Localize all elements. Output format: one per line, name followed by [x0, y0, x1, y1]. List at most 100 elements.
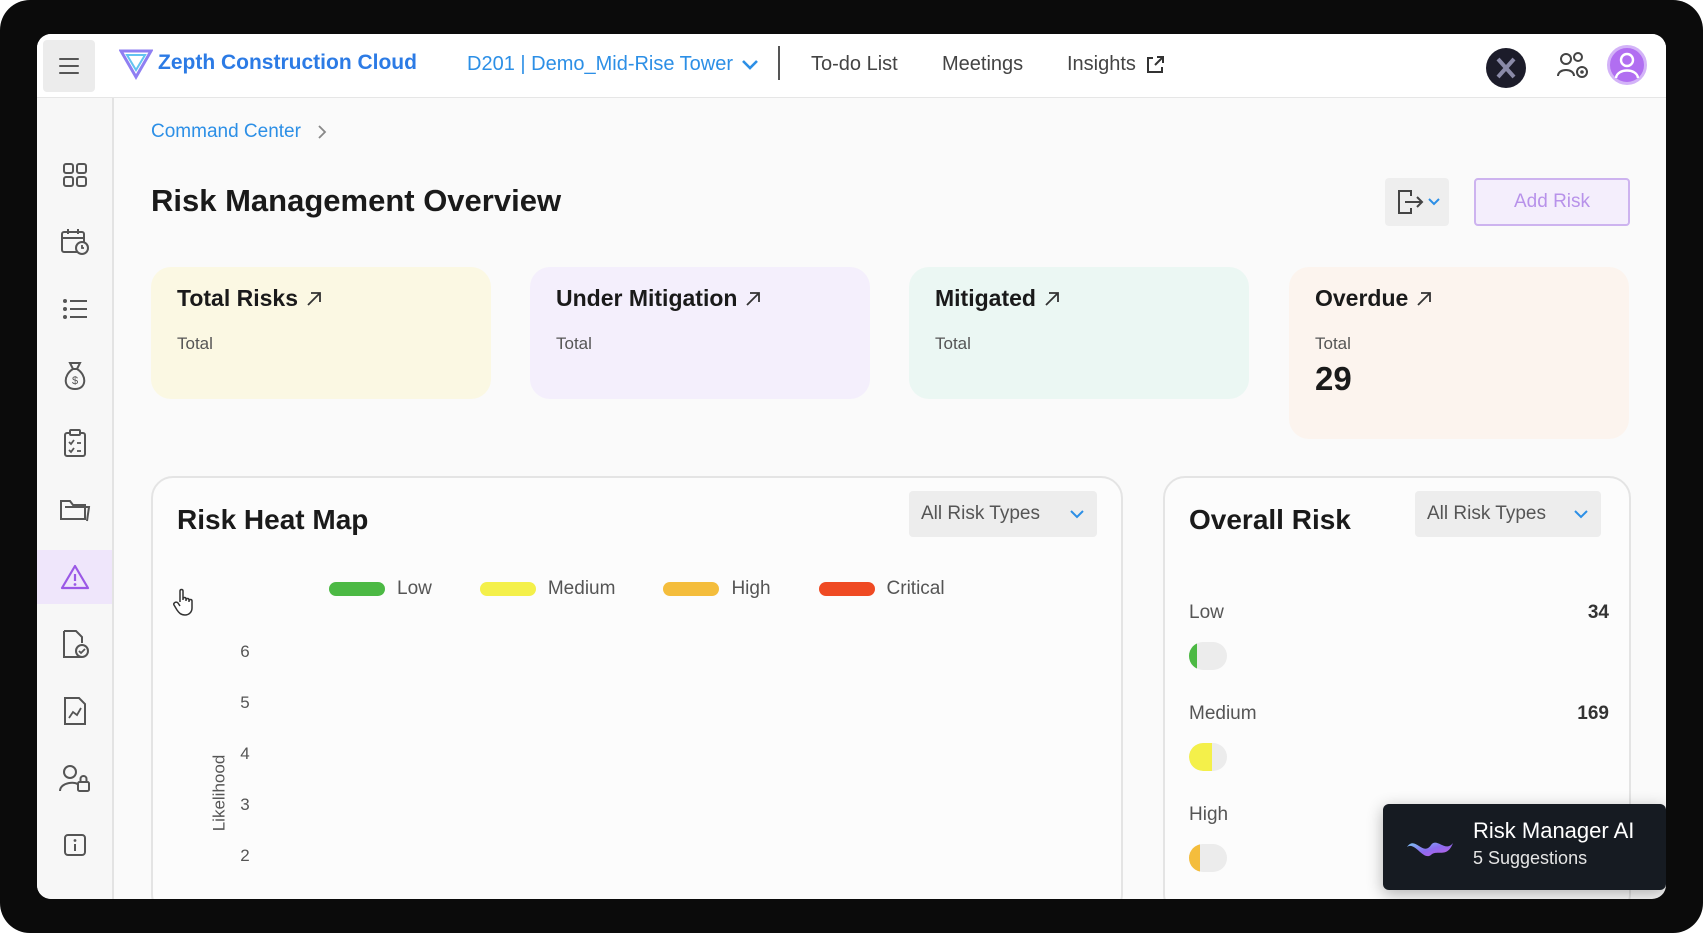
y-tick: 2	[240, 846, 250, 865]
sidebar-item-tasks[interactable]	[37, 282, 112, 336]
stat-label: Total Risks	[177, 285, 465, 312]
sidebar-item-dashboard[interactable]	[37, 148, 112, 202]
document-check-icon	[62, 630, 89, 658]
sidebar-item-checklists[interactable]	[37, 416, 112, 470]
app-window: Zepth Construction Cloud D201 | Demo_Mid…	[37, 34, 1666, 899]
gear-icon	[61, 898, 89, 899]
arrow-up-right-icon	[1417, 291, 1432, 306]
nav-insights[interactable]: Insights	[1067, 53, 1165, 76]
export-button[interactable]	[1385, 178, 1449, 226]
chevron-down-icon	[1427, 198, 1440, 206]
top-bar: Zepth Construction Cloud D201 | Demo_Mid…	[37, 34, 1666, 98]
stat-card-total-risks[interactable]: Total Risks Total	[151, 267, 491, 399]
risk-level-bar	[1189, 743, 1227, 771]
overall-risk-type-select[interactable]: All Risk Types	[1415, 491, 1601, 537]
stat-label-text: Under Mitigation	[556, 285, 738, 311]
svg-text:$: $	[71, 375, 77, 387]
chart-report-icon	[63, 697, 86, 725]
risk-level-label: High	[1189, 804, 1229, 825]
legend-item-critical[interactable]: Critical	[818, 578, 945, 600]
sidebar-item-documents[interactable]	[37, 483, 112, 537]
y-tick: 5	[240, 693, 250, 712]
heat-map-title: Risk Heat Map	[177, 504, 369, 535]
stat-label-text: Mitigated	[935, 285, 1036, 311]
dashboard-grid-icon	[62, 163, 87, 187]
zepth-logo-icon	[119, 49, 153, 80]
sidebar-item-schedule[interactable]	[37, 215, 112, 269]
stat-card-mitigated[interactable]: Mitigated Total	[909, 267, 1249, 399]
stat-label-text: Total Risks	[177, 285, 298, 311]
y-axis-label: Likelihood	[209, 754, 229, 832]
sidebar-item-info[interactable]	[37, 818, 112, 872]
stat-value: 29	[1315, 360, 1352, 397]
risk-level-bar	[1189, 642, 1227, 670]
sidebar-item-reports[interactable]	[37, 684, 112, 738]
sidebar-item-risk[interactable]	[37, 550, 112, 604]
stat-label-text: Overdue	[1315, 285, 1409, 311]
y-tick: 6	[240, 642, 250, 661]
risk-level-count: 34	[1587, 602, 1609, 623]
sidebar-item-approvals[interactable]	[37, 617, 112, 671]
risk-level-fill	[1189, 844, 1201, 872]
nav-meetings[interactable]: Meetings	[942, 53, 1023, 76]
x-logo-icon	[1496, 57, 1516, 79]
legend-item-low[interactable]: Low	[329, 578, 432, 600]
project-selector[interactable]: D201 | Demo_Mid-Rise Tower	[467, 53, 759, 76]
stat-sub: Total	[177, 334, 213, 353]
user-avatar[interactable]	[1607, 45, 1647, 85]
stat-card-under-mitigation[interactable]: Under Mitigation Total	[530, 267, 870, 399]
legend-label: Medium	[547, 578, 616, 599]
workspace-avatar[interactable]	[1486, 48, 1526, 88]
legend-item-high[interactable]: High	[663, 578, 771, 600]
risk-level-label: Medium	[1189, 703, 1257, 724]
risk-level-fill	[1189, 743, 1212, 771]
breadcrumb-command-center[interactable]: Command Center	[151, 121, 301, 143]
sidebar: $	[37, 98, 114, 899]
nav-insights-label: Insights	[1067, 53, 1136, 75]
add-risk-button[interactable]: Add Risk	[1474, 178, 1630, 226]
risk-heat-map-panel: Risk Heat Map All Risk Types Low Medium …	[151, 476, 1123, 899]
arrow-up-right-icon	[307, 291, 321, 306]
legend-label: Critical	[886, 578, 945, 599]
project-name: D201 | Demo_Mid-Rise Tower	[467, 53, 734, 75]
chevron-down-icon	[1070, 510, 1084, 519]
stat-card-overdue[interactable]: Overdue Total 29	[1289, 267, 1629, 439]
heat-map-risk-type-select[interactable]: All Risk Types	[909, 491, 1097, 537]
user-lock-icon	[58, 765, 90, 792]
page-title: Risk Management Overview	[151, 183, 562, 218]
risk-level-bar	[1189, 844, 1227, 872]
arrow-up-right-icon	[1045, 291, 1059, 306]
chevron-right-icon	[318, 125, 327, 139]
clipboard-checklist-icon	[63, 429, 86, 457]
menu-line	[59, 58, 79, 60]
money-bag-icon: $	[64, 362, 85, 391]
select-value: All Risk Types	[921, 503, 1040, 524]
stat-label: Under Mitigation	[556, 285, 844, 312]
y-tick: 4	[240, 744, 250, 763]
ai-toast-subtitle: 5 Suggestions	[1473, 848, 1588, 868]
legend-item-medium[interactable]: Medium	[479, 578, 616, 600]
hamburger-menu-button[interactable]	[43, 40, 95, 92]
ai-toast-title: Risk Manager AI	[1473, 818, 1635, 843]
y-tick: 3	[240, 795, 250, 814]
ai-sparkle-icon	[1407, 842, 1453, 857]
risk-level-count: 169	[1577, 703, 1609, 724]
team-settings-icon[interactable]	[1556, 50, 1590, 82]
chevron-down-icon	[742, 59, 758, 70]
sidebar-item-settings[interactable]	[37, 885, 112, 899]
external-link-icon	[1146, 55, 1164, 73]
nav-todo-list[interactable]: To-do List	[811, 53, 898, 76]
stat-label: Overdue	[1315, 285, 1603, 312]
user-icon	[1614, 52, 1640, 79]
risk-manager-ai-toast[interactable]: Risk Manager AI 5 Suggestions	[1383, 804, 1666, 890]
sidebar-item-access[interactable]	[37, 751, 112, 805]
sidebar-item-finance[interactable]: $	[37, 349, 112, 403]
legend-swatch	[818, 582, 875, 596]
info-icon	[63, 834, 86, 856]
legend-swatch	[479, 582, 536, 596]
brand-name[interactable]: Zepth Construction Cloud	[158, 51, 417, 75]
select-value: All Risk Types	[1427, 503, 1546, 524]
folder-icon	[59, 500, 90, 522]
legend-swatch	[329, 582, 385, 596]
legend-swatch	[663, 582, 720, 596]
